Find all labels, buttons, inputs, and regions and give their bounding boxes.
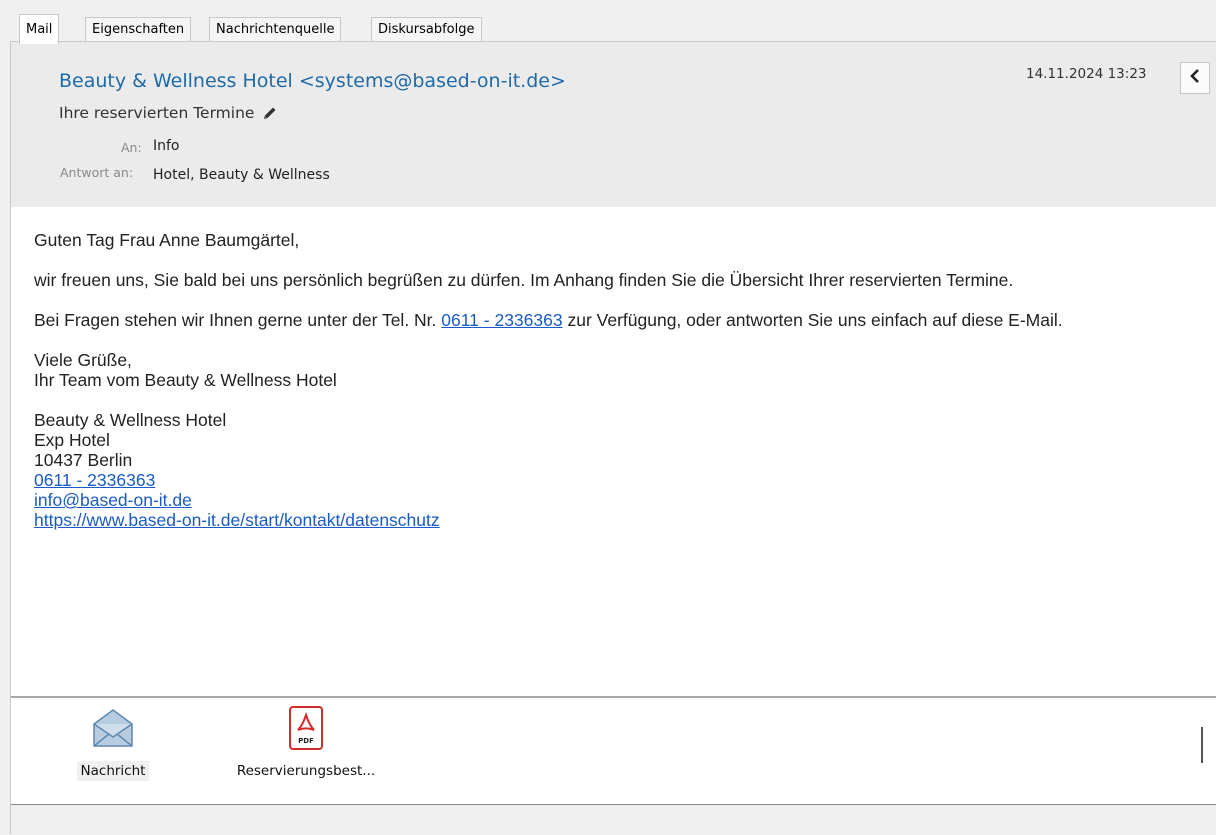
status-bar	[11, 804, 1216, 835]
svg-text:PDF: PDF	[298, 737, 314, 745]
paragraph-1: wir freuen uns, Sie bald bei uns persönl…	[34, 270, 1014, 290]
reply-to-value[interactable]: Hotel, Beauty & Wellness	[153, 167, 330, 183]
message-date: 14.11.2024 13:23	[1026, 66, 1147, 82]
signature-email-link[interactable]: info@based-on-it.de	[34, 490, 192, 510]
subject-line: Ihre reservierten Termine	[59, 104, 278, 122]
signature-city: 10437 Berlin	[34, 450, 133, 470]
reply-to-label: Antwort an:	[60, 165, 134, 180]
tab-mail[interactable]: Mail	[19, 14, 60, 44]
subject-text: Ihre reservierten Termine	[59, 104, 255, 122]
phone-link[interactable]: 0611 - 2336363	[441, 310, 562, 330]
collapse-button[interactable]	[1180, 62, 1210, 94]
attachment-pdf[interactable]: PDF Reservierungsbest...	[226, 706, 386, 781]
pdf-icon: PDF	[226, 706, 386, 750]
signature-name: Beauty & Wellness Hotel	[34, 410, 227, 430]
envelope-icon	[65, 706, 161, 750]
pencil-icon[interactable]	[262, 105, 278, 121]
signature-line-2: Exp Hotel	[34, 430, 110, 450]
attachment-pdf-label: Reservierungsbest...	[236, 763, 376, 779]
to-label: An:	[121, 140, 142, 155]
sender[interactable]: Beauty & Wellness Hotel <systems@based-o…	[59, 70, 566, 92]
message-header: Beauty & Wellness Hotel <systems@based-o…	[11, 42, 1216, 207]
message-body: Guten Tag Frau Anne Baumgärtel, wir freu…	[34, 230, 1204, 550]
attachment-pane: Nachricht PDF Reservierungsbest...	[11, 698, 1216, 804]
closing: Viele Grüße, Ihr Team vom Beauty & Wellne…	[34, 350, 1204, 390]
paragraph-2-end: zur Verfügung, oder antworten Sie uns ei…	[562, 310, 1063, 330]
greeting: Guten Tag Frau Anne Baumgärtel,	[34, 230, 300, 250]
closing-line-2: Ihr Team vom Beauty & Wellness Hotel	[34, 370, 337, 390]
signature-url-link[interactable]: https://www.based-on-it.de/start/kontakt…	[34, 510, 440, 530]
signature: Beauty & Wellness Hotel Exp Hotel 10437 …	[34, 410, 1204, 530]
tab-nachrichtenquelle[interactable]: Nachrichtenquelle	[209, 17, 342, 41]
tab-eigenschaften[interactable]: Eigenschaften	[85, 17, 192, 41]
paragraph-2-start: Bei Fragen stehen wir Ihnen gerne unter …	[34, 310, 442, 330]
to-value[interactable]: Info	[153, 138, 180, 154]
attachment-message-label: Nachricht	[76, 761, 150, 781]
tab-diskursabfolge[interactable]: Diskursabfolge	[371, 17, 482, 41]
signature-phone-link[interactable]: 0611 - 2336363	[34, 470, 155, 490]
closing-line-1: Viele Grüße,	[34, 350, 132, 370]
attachment-message[interactable]: Nachricht	[65, 706, 161, 781]
tab-bar: Mail Eigenschaften Nachrichtenquelle Dis…	[0, 0, 1216, 44]
scrollbar-thumb[interactable]	[1201, 727, 1203, 763]
chevron-left-icon	[1188, 68, 1202, 88]
paragraph-2: Bei Fragen stehen wir Ihnen gerne unter …	[34, 310, 1204, 330]
